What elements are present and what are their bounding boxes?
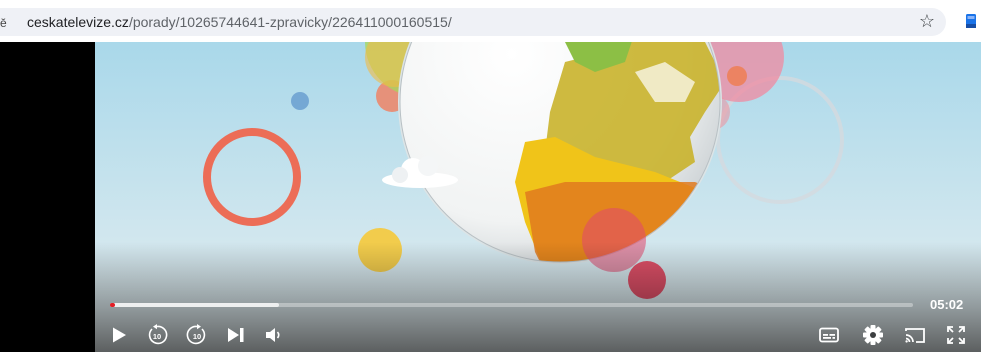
seek-bar[interactable] xyxy=(110,303,913,307)
star-icon[interactable]: ☆ xyxy=(917,11,937,31)
fullscreen-button[interactable] xyxy=(945,324,967,346)
svg-text:10: 10 xyxy=(193,332,201,341)
url-text[interactable]: ceskatelevize.cz/porady/10265744641-zpra… xyxy=(27,14,452,30)
skip-next-button[interactable] xyxy=(225,324,247,346)
url-host: ceskatelevize.cz xyxy=(27,14,129,30)
volume-icon xyxy=(266,328,280,342)
played-bar xyxy=(110,303,115,307)
play-icon xyxy=(113,327,126,343)
address-bar[interactable]: ĕ ceskatelevize.cz/porady/10265744641-zp… xyxy=(0,8,946,36)
forward-10-icon: 10 xyxy=(186,324,206,345)
rewind-button[interactable]: 10 xyxy=(146,324,168,346)
buffered-bar xyxy=(110,303,279,307)
subtitles-button[interactable] xyxy=(818,324,840,346)
cast-icon xyxy=(905,328,925,343)
subtitles-icon xyxy=(819,327,839,343)
forward-button[interactable]: 10 xyxy=(186,324,208,346)
play-button[interactable] xyxy=(108,324,130,346)
settings-icon xyxy=(863,325,883,345)
url-path: /porady/10265744641-zpravicky/2264110001… xyxy=(128,14,452,30)
duration-label: 05:02 xyxy=(930,297,964,312)
volume-button[interactable] xyxy=(263,324,285,346)
skip-next-icon xyxy=(228,328,244,342)
settings-button[interactable] xyxy=(862,324,884,346)
rewind-10-icon: 10 xyxy=(148,324,168,345)
svg-text:10: 10 xyxy=(153,332,161,341)
video-player[interactable]: 05:02 10 10 xyxy=(0,42,981,352)
site-info-icon[interactable]: ĕ xyxy=(0,16,14,30)
cast-button[interactable] xyxy=(904,324,926,346)
bookmark-extension-icon[interactable] xyxy=(966,14,976,28)
browser-toolbar: ĕ ceskatelevize.cz/porady/10265744641-zp… xyxy=(0,0,981,42)
fullscreen-icon xyxy=(947,326,965,344)
